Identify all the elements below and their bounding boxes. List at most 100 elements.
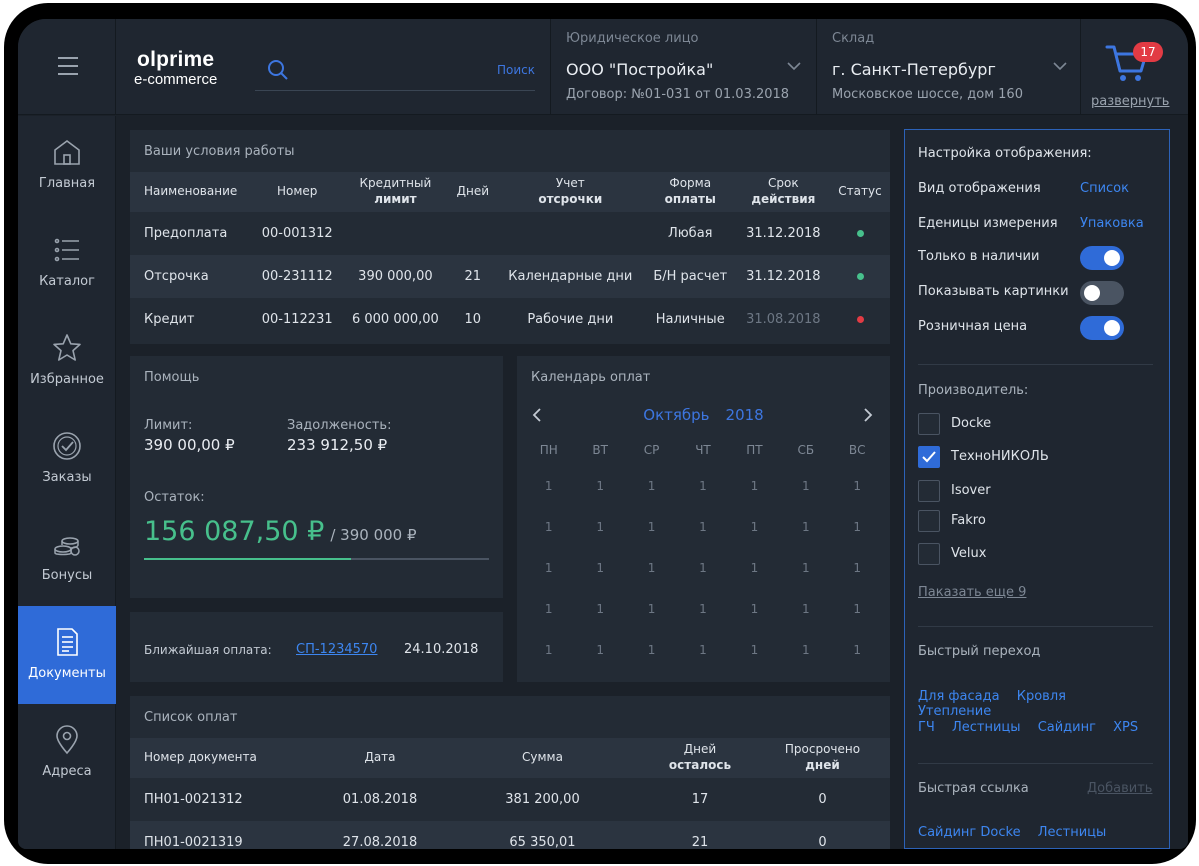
checkbox[interactable]	[918, 413, 940, 435]
chevron-down-icon[interactable]	[786, 60, 802, 72]
calendar-day[interactable]: 1	[729, 478, 780, 519]
cell-doc: ПН01-0021319	[130, 821, 320, 849]
quick-link[interactable]: XPS	[1113, 720, 1138, 735]
calendar-day[interactable]: 1	[832, 478, 883, 519]
show-more-link[interactable]: Паказать еще 9	[918, 585, 1026, 600]
nav-item-home[interactable]: Главная	[18, 116, 116, 214]
calendar-day[interactable]: 1	[574, 560, 625, 601]
calendar-day[interactable]: 1	[574, 519, 625, 560]
calendar-day[interactable]: 1	[574, 642, 625, 683]
check-circle-icon	[53, 432, 81, 460]
in-stock-toggle[interactable]	[1080, 246, 1124, 270]
view-mode-link[interactable]: Список	[1080, 181, 1129, 196]
fast-link[interactable]: Сайдинг Docke	[918, 825, 1021, 840]
cell-name: Предоплата	[144, 226, 228, 241]
calendar-day[interactable]: 1	[574, 478, 625, 519]
nav-item-favorites[interactable]: Избранное	[18, 312, 116, 410]
units-link[interactable]: Упаковка	[1080, 216, 1144, 231]
nav-item-catalog[interactable]: Каталог	[18, 214, 116, 312]
table-row[interactable]: ПН01-0021319 27.08.2018 65 350,01 21 0	[130, 821, 890, 849]
calendar-day[interactable]: 1	[523, 478, 574, 519]
table-row[interactable]: Предоплата 00-001312 Любая 31.12.2018	[130, 212, 890, 255]
status-dot	[856, 273, 864, 280]
calendar-day[interactable]: 1	[677, 642, 728, 683]
manufacturer-checkbox-velux[interactable]: Velux	[918, 543, 1118, 567]
manufacturer-checkbox-technonikol[interactable]: ТехноНИКОЛЬ	[918, 446, 1118, 470]
calendar-day[interactable]: 1	[677, 519, 728, 560]
chevron-down-icon[interactable]	[1052, 60, 1068, 72]
calendar-month-year: Октябрь 2018	[517, 406, 890, 424]
calendar-day[interactable]: 1	[626, 642, 677, 683]
calendar-day[interactable]: 1	[780, 560, 831, 601]
nav-item-bonuses[interactable]: Бонусы	[18, 508, 116, 606]
next-payment-date: 24.10.2018	[404, 642, 479, 657]
table-row[interactable]: Кредит 00-112231 6 000 000,00 10 Рабочие…	[130, 298, 890, 341]
calendar-day[interactable]: 1	[832, 601, 883, 642]
nav-item-documents[interactable]: Документы	[18, 606, 116, 704]
search-icon[interactable]	[267, 59, 289, 81]
quick-link[interactable]: Сайдинг	[1038, 720, 1096, 735]
calendar-day[interactable]: 1	[677, 478, 728, 519]
search-input[interactable]	[299, 59, 479, 83]
quick-link[interactable]: Для фасада	[918, 689, 1000, 704]
weekday-label: СР	[643, 443, 660, 457]
manufacturer-checkbox-docke[interactable]: Docke	[918, 413, 1118, 437]
show-images-toggle[interactable]	[1080, 281, 1124, 305]
calendar-day[interactable]: 1	[523, 560, 574, 601]
panel-title: Список оплат	[144, 710, 238, 725]
calendar-day[interactable]: 1	[574, 601, 625, 642]
quick-link[interactable]: Кровля	[1017, 689, 1066, 704]
calendar-day[interactable]: 1	[626, 560, 677, 601]
calendar-day[interactable]: 1	[729, 601, 780, 642]
quick-link[interactable]: Утепление	[918, 704, 991, 719]
calendar-day[interactable]: 1	[729, 560, 780, 601]
cart-expand-link[interactable]: развернуть	[1091, 94, 1169, 109]
calendar-day[interactable]: 1	[677, 560, 728, 601]
calendar-day[interactable]: 1	[780, 519, 831, 560]
document-icon	[57, 628, 78, 656]
nav-item-orders[interactable]: Заказы	[18, 410, 116, 508]
calendar-day[interactable]: 1	[832, 519, 883, 560]
calendar-day[interactable]: 1	[780, 478, 831, 519]
calendar-day[interactable]: 1	[626, 519, 677, 560]
calendar-day[interactable]: 1	[523, 519, 574, 560]
checkbox[interactable]	[918, 480, 940, 502]
checkbox[interactable]	[918, 446, 940, 468]
retail-price-toggle[interactable]	[1080, 316, 1124, 340]
fast-link[interactable]: Лестницы	[1038, 825, 1107, 840]
limit-label: Лимит:	[144, 418, 193, 433]
cart-cell: 17 развернуть	[1080, 19, 1188, 115]
calendar-day[interactable]: 1	[832, 642, 883, 683]
calendar-day[interactable]: 1	[626, 478, 677, 519]
calendar-day[interactable]: 1	[729, 642, 780, 683]
table-row[interactable]: Отсрочка 00-231112 390 000,00 21 Календа…	[130, 255, 890, 298]
col-left-1: Дней	[683, 742, 717, 757]
manufacturer-checkbox-fakro[interactable]: Fakro	[918, 510, 1118, 534]
calendar-day[interactable]: 1	[780, 642, 831, 683]
calendar-day[interactable]: 1	[677, 601, 728, 642]
status-dot	[856, 230, 864, 237]
quick-link[interactable]: ГЧ	[918, 720, 935, 735]
nav-item-addresses[interactable]: Адреса	[18, 704, 116, 802]
search-button[interactable]: Поиск	[497, 63, 535, 77]
calendar-day[interactable]: 1	[523, 642, 574, 683]
next-payment-doc-link[interactable]: СП-1234570	[296, 642, 377, 657]
calendar-day[interactable]: 1	[523, 601, 574, 642]
legal-entity-select[interactable]: Юридическое лицо ООО "Постройка" Договор…	[550, 19, 816, 115]
quick-link[interactable]: Лестницы	[952, 720, 1021, 735]
warehouse-select[interactable]: Склад г. Санкт-Петербург Московское шосс…	[816, 19, 1080, 115]
logo[interactable]: olprime e-commerce	[134, 49, 217, 87]
calendar-day[interactable]: 1	[729, 519, 780, 560]
calendar-day[interactable]: 1	[832, 560, 883, 601]
view-mode-label: Вид отображения	[918, 181, 1041, 196]
calendar-day[interactable]: 1	[780, 601, 831, 642]
table-row[interactable]: ПН01-0021312 01.08.2018 381 200,00 17 0	[130, 778, 890, 821]
checkbox[interactable]	[918, 543, 940, 565]
calendar-day[interactable]: 1	[626, 601, 677, 642]
add-fast-link[interactable]: Добавить	[1087, 781, 1152, 796]
chevron-right-icon[interactable]	[862, 408, 874, 422]
checkbox[interactable]	[918, 510, 940, 532]
hamburger-menu-icon[interactable]	[58, 57, 78, 75]
week-row: 1111111	[523, 642, 883, 683]
manufacturer-checkbox-isover[interactable]: Isover	[918, 480, 1118, 504]
